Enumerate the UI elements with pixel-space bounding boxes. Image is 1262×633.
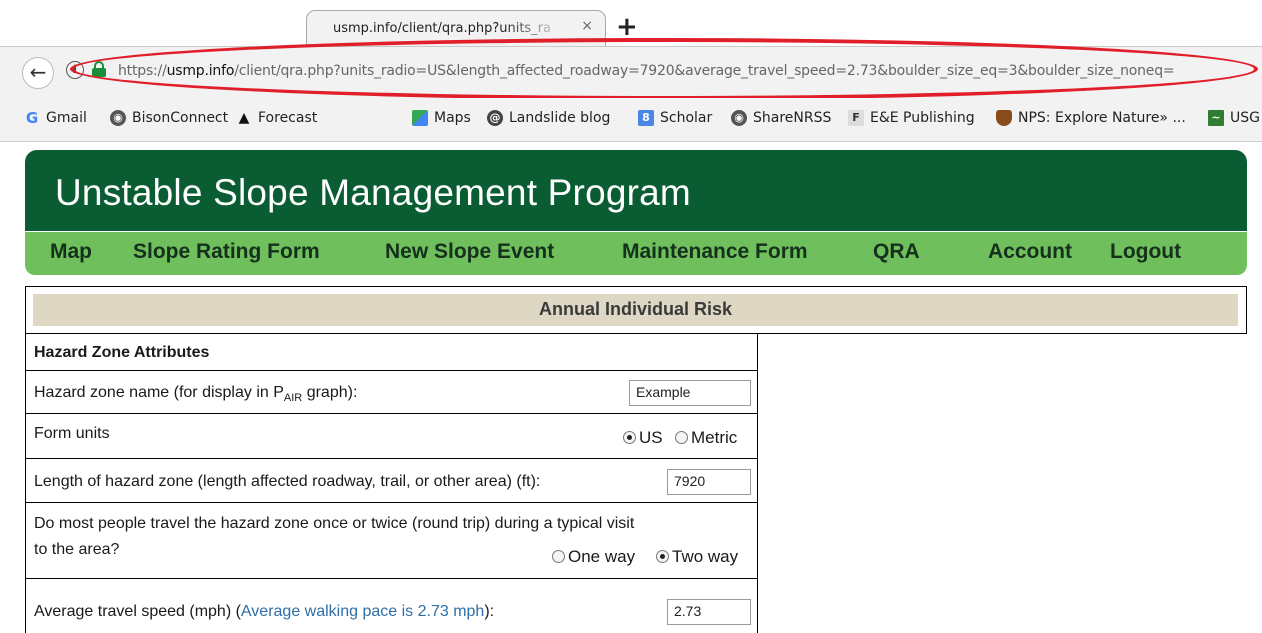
browser-tab[interactable]: usmp.info/client/qra.php?units_ra ×: [306, 10, 606, 46]
ee-icon: F: [848, 110, 864, 126]
url-domain: usmp.info: [166, 63, 235, 79]
one-way-radio[interactable]: [552, 550, 565, 563]
info-icon[interactable]: i: [66, 61, 84, 79]
two-way-label: Two way: [672, 547, 739, 566]
close-tab-icon[interactable]: ×: [581, 18, 593, 34]
units-us-option[interactable]: US: [623, 428, 663, 448]
units-metric-option[interactable]: Metric: [675, 428, 737, 448]
bookmark-bisonconnect[interactable]: ◉ BisonConnect: [110, 110, 228, 126]
bookmark-landslide-blog[interactable]: @ Landslide blog: [487, 110, 610, 126]
hazard-name-input[interactable]: Example: [629, 380, 751, 406]
us-label: US: [639, 428, 663, 447]
site-title: Unstable Slope Management Program: [55, 172, 691, 213]
bookmark-ee-publishing[interactable]: F E&E Publishing: [848, 110, 975, 126]
nps-arrowhead-icon: [996, 110, 1012, 126]
two-way-radio[interactable]: [656, 550, 669, 563]
google-icon: G: [25, 109, 39, 127]
hazard-name-label: Hazard zone name (for display in PAIR gr…: [34, 384, 358, 405]
risk-title: Annual Individual Risk: [538, 299, 733, 319]
bookmark-gmail[interactable]: G Gmail: [24, 110, 87, 126]
swirl-icon: @: [487, 110, 503, 126]
bookmark-label: BisonConnect: [132, 110, 229, 126]
nav-maintenance-form[interactable]: Maintenance Form: [622, 240, 808, 264]
bookmark-label: USG: [1230, 110, 1260, 126]
risk-panel: Annual Individual Risk: [25, 286, 1247, 334]
speed-input[interactable]: 2.73: [667, 599, 751, 625]
speed-label: Average travel speed (mph) (Average walk…: [34, 603, 495, 620]
form-units-label: Form units: [34, 425, 110, 442]
lock-icon[interactable]: [92, 61, 106, 77]
bookmark-usgs[interactable]: ~ USG: [1208, 110, 1260, 126]
trip-row: Do most people travel the hazard zone on…: [26, 503, 757, 579]
bookmark-label: E&E Publishing: [870, 110, 975, 126]
one-way-option[interactable]: One way: [552, 547, 635, 567]
nav-logout[interactable]: Logout: [1110, 240, 1181, 264]
tab-strip: usmp.info/client/qra.php?units_ra × +: [0, 0, 1262, 46]
metric-label: Metric: [691, 428, 738, 447]
length-label: Length of hazard zone (length affected r…: [34, 473, 541, 490]
hazard-attributes-table: Hazard Zone Attributes Hazard zone name …: [25, 334, 758, 633]
new-tab-button[interactable]: +: [616, 14, 638, 40]
usgs-icon: ~: [1208, 110, 1224, 126]
length-input[interactable]: 7920: [667, 469, 751, 495]
nav-map[interactable]: Map: [50, 240, 92, 264]
bookmark-sharenrss[interactable]: ◉ ShareNRSS: [731, 110, 831, 126]
bookmarks-bar: G Gmail ◉ BisonConnect ▲ Forecast Maps @…: [0, 98, 1262, 142]
trip-label-line1: Do most people travel the hazard zone on…: [34, 515, 635, 532]
two-way-option[interactable]: Two way: [656, 547, 738, 567]
section-title: Hazard Zone Attributes: [34, 344, 210, 361]
globe-icon: ◉: [731, 110, 747, 126]
bookmark-nps[interactable]: NPS: Explore Nature» ...: [996, 110, 1186, 126]
nav-account[interactable]: Account: [988, 240, 1072, 264]
address-bar[interactable]: https://usmp.info/client/qra.php?units_r…: [118, 63, 1258, 79]
bookmark-label: Gmail: [46, 110, 87, 126]
url-path: /client/qra.php?units_radio=US&length_af…: [234, 63, 1175, 79]
trip-label-line2: to the area?: [34, 541, 120, 558]
walking-pace-link[interactable]: Average walking pace is 2.73 mph: [241, 603, 484, 620]
us-radio[interactable]: [623, 431, 636, 444]
maps-icon: [412, 110, 428, 126]
main-nav: Map Slope Rating Form New Slope Event Ma…: [25, 232, 1247, 275]
nav-new-slope-event[interactable]: New Slope Event: [385, 240, 554, 264]
browser-toolbar: ← i https://usmp.info/client/qra.php?uni…: [0, 46, 1262, 98]
drop-icon: ▲: [238, 110, 250, 126]
back-arrow-icon[interactable]: ←: [22, 57, 54, 89]
globe-icon: ◉: [110, 110, 126, 126]
nav-qra[interactable]: QRA: [873, 240, 920, 264]
bookmark-maps[interactable]: Maps: [412, 110, 471, 126]
risk-header-bar: Annual Individual Risk: [33, 294, 1238, 326]
bookmark-label: Scholar: [660, 110, 713, 126]
metric-radio[interactable]: [675, 431, 688, 444]
bookmark-label: Maps: [434, 110, 471, 126]
bookmark-scholar[interactable]: 8 Scholar: [638, 110, 712, 126]
bookmark-label: ShareNRSS: [753, 110, 832, 126]
bookmark-label: Landslide blog: [509, 110, 611, 126]
scholar-icon: 8: [638, 110, 654, 126]
length-row: Length of hazard zone (length affected r…: [26, 459, 757, 503]
one-way-label: One way: [568, 547, 636, 566]
bookmark-label: Forecast: [258, 110, 318, 126]
bookmark-forecast[interactable]: ▲ Forecast: [236, 110, 318, 126]
form-units-row: Form units US Metric: [26, 414, 757, 459]
url-scheme: https://: [118, 63, 167, 79]
nav-slope-rating-form[interactable]: Slope Rating Form: [133, 240, 320, 264]
hazard-name-row: Hazard zone name (for display in PAIR gr…: [26, 371, 757, 414]
site-header: Unstable Slope Management Program: [25, 150, 1247, 231]
speed-row: Average travel speed (mph) (Average walk…: [26, 579, 757, 633]
section-header-row: Hazard Zone Attributes: [26, 334, 757, 371]
bookmark-label: NPS: Explore Nature» ...: [1018, 110, 1186, 126]
tab-title-fade: [503, 15, 573, 39]
